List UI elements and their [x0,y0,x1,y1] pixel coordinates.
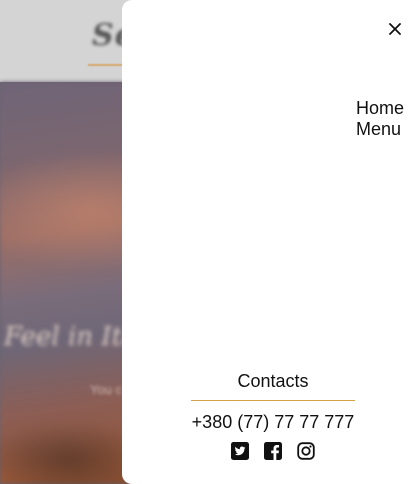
social-links [231,442,315,460]
twitter-icon [231,442,249,460]
close-button[interactable] [384,18,406,40]
phone-link[interactable]: +380 (77) 77 77 777 [192,411,355,433]
twitter-link[interactable] [231,442,249,460]
nav-item-home[interactable]: Home [356,98,404,119]
navigation-drawer: Home Menu Contacts +380 (77) 77 77 777 [122,0,418,484]
nav-item-menu[interactable]: Menu [356,119,401,140]
facebook-link[interactable] [264,442,282,460]
instagram-icon [297,442,315,460]
facebook-icon [264,442,282,460]
contacts-section: Contacts +380 (77) 77 77 777 [122,370,418,460]
close-icon [389,23,401,35]
contacts-title: Contacts [237,371,309,391]
contacts-divider [191,400,355,401]
background-hero-title: Feel in Ita [4,322,138,352]
instagram-link[interactable] [297,442,315,460]
background-hero-subtitle: You c [90,382,123,397]
page: Se Feel in Ita You c Home Menu Contacts … [0,0,418,484]
drawer-nav: Home Menu [356,98,404,140]
